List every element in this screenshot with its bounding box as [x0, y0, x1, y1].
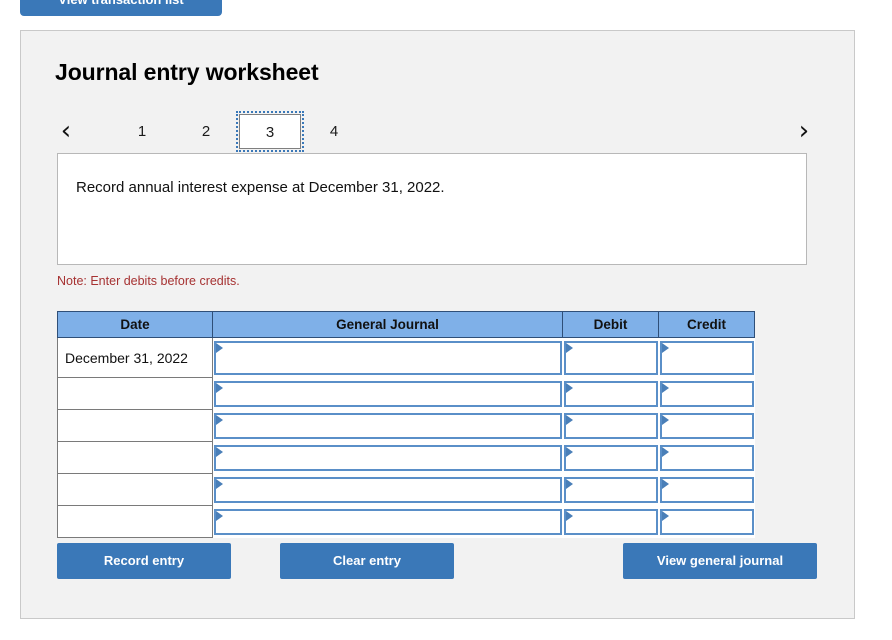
general-journal-input[interactable] [225, 382, 558, 405]
cell-general-journal[interactable] [212, 337, 563, 378]
general-journal-input[interactable] [225, 414, 558, 437]
cell-general-journal[interactable] [212, 409, 563, 442]
table-row [57, 377, 755, 410]
credit-input[interactable] [670, 382, 750, 405]
column-header-debit: Debit [562, 311, 659, 338]
pager-page-1[interactable]: 1 [111, 114, 173, 149]
cell-general-journal[interactable] [212, 377, 563, 410]
cell-marker-icon [565, 342, 573, 353]
pager-page-3[interactable]: 3 [236, 111, 304, 152]
cell-credit[interactable] [658, 337, 755, 378]
worksheet-prompt-text: Record annual interest expense at Decemb… [76, 179, 445, 196]
cell-marker-icon [661, 478, 669, 489]
cell-date [57, 409, 213, 442]
cell-date: December 31, 2022 [57, 337, 213, 378]
worksheet-pager: ‹ 1 2 3 4 › [49, 105, 821, 157]
cell-marker-icon [565, 478, 573, 489]
next-page-icon[interactable]: › [787, 105, 821, 157]
cell-marker-icon [565, 510, 573, 521]
cell-marker-icon [216, 478, 223, 489]
debit-input[interactable] [574, 510, 654, 533]
table-row [57, 409, 755, 442]
pager-page-4[interactable]: 4 [303, 114, 365, 149]
cell-marker-icon [661, 382, 669, 393]
cell-marker-icon [661, 510, 669, 521]
debit-input[interactable] [574, 478, 654, 501]
cell-debit[interactable] [562, 441, 659, 474]
cell-debit[interactable] [562, 377, 659, 410]
credit-input[interactable] [670, 510, 750, 533]
cell-credit[interactable] [658, 377, 755, 410]
credit-input[interactable] [670, 478, 750, 501]
table-row [57, 473, 755, 506]
cell-marker-icon [216, 446, 223, 457]
journal-entry-table: Date General Journal Debit Credit Decemb… [57, 311, 755, 538]
column-header-credit: Credit [658, 311, 755, 338]
previous-page-icon[interactable]: ‹ [49, 105, 83, 157]
cell-general-journal[interactable] [212, 505, 563, 538]
cell-date [57, 473, 213, 506]
cell-date [57, 377, 213, 410]
journal-entry-worksheet-card: Journal entry worksheet ‹ 1 2 3 4 › Reco… [20, 30, 855, 619]
page-root: View transaction list Journal entry work… [0, 0, 892, 640]
general-journal-input[interactable] [225, 510, 558, 533]
cell-debit[interactable] [562, 337, 659, 378]
cell-general-journal[interactable] [212, 441, 563, 474]
cell-marker-icon [565, 414, 573, 425]
credit-input[interactable] [670, 342, 750, 373]
debit-input[interactable] [574, 446, 654, 469]
cell-general-journal[interactable] [212, 473, 563, 506]
debit-input[interactable] [574, 414, 654, 437]
clear-entry-button[interactable]: Clear entry [280, 543, 454, 579]
cell-marker-icon [216, 382, 223, 393]
worksheet-prompt-box: Record annual interest expense at Decemb… [57, 153, 807, 265]
cell-debit[interactable] [562, 409, 659, 442]
view-transaction-list-button[interactable]: View transaction list [20, 0, 222, 16]
cell-date [57, 505, 213, 538]
table-row [57, 441, 755, 474]
cell-marker-icon [661, 446, 669, 457]
cell-credit[interactable] [658, 473, 755, 506]
cell-debit[interactable] [562, 505, 659, 538]
cell-marker-icon [661, 414, 669, 425]
table-row: December 31, 2022 [57, 337, 755, 378]
page-title: Journal entry worksheet [55, 59, 319, 85]
cell-marker-icon [565, 382, 573, 393]
cell-debit[interactable] [562, 473, 659, 506]
column-header-date: Date [57, 311, 213, 338]
debit-input[interactable] [574, 342, 654, 373]
general-journal-input[interactable] [225, 342, 558, 373]
pager-page-2[interactable]: 2 [175, 114, 237, 149]
general-journal-input[interactable] [225, 478, 558, 501]
table-header-row: Date General Journal Debit Credit [57, 311, 755, 338]
record-entry-button[interactable]: Record entry [57, 543, 231, 579]
cell-marker-icon [216, 510, 223, 521]
cell-marker-icon [216, 414, 223, 425]
cell-credit[interactable] [658, 441, 755, 474]
cell-marker-icon [661, 342, 669, 353]
cell-credit[interactable] [658, 505, 755, 538]
credit-input[interactable] [670, 446, 750, 469]
credit-input[interactable] [670, 414, 750, 437]
debit-input[interactable] [574, 382, 654, 405]
column-header-general-journal: General Journal [212, 311, 563, 338]
cell-marker-icon [565, 446, 573, 457]
view-general-journal-button[interactable]: View general journal [623, 543, 817, 579]
general-journal-input[interactable] [225, 446, 558, 469]
table-row [57, 505, 755, 538]
debits-before-credits-note: Note: Enter debits before credits. [57, 274, 240, 288]
cell-marker-icon [216, 342, 223, 353]
cell-date [57, 441, 213, 474]
cell-credit[interactable] [658, 409, 755, 442]
